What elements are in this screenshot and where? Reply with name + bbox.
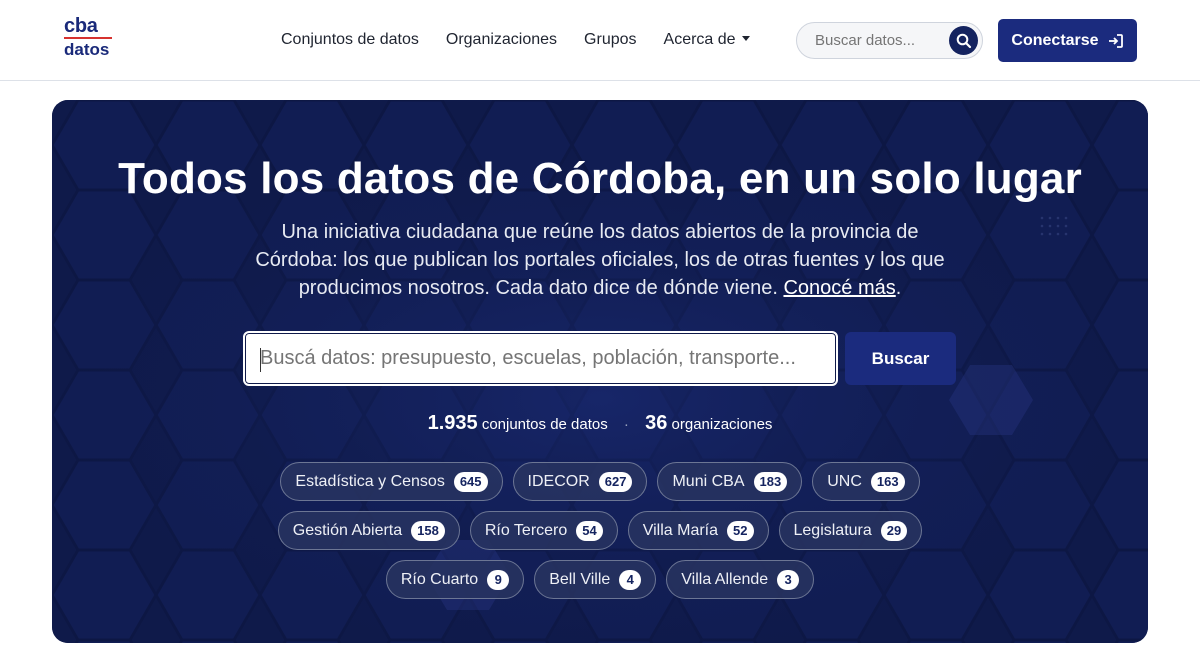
search-button[interactable]: Buscar	[845, 332, 956, 385]
chip-rio-tercero[interactable]: Río Tercero 54	[469, 511, 618, 550]
nav-groups[interactable]: Grupos	[584, 30, 636, 50]
chip-count-badge: 4	[619, 569, 642, 590]
nav-about-label: Acerca de	[663, 31, 736, 48]
chip-label: Legislatura	[793, 521, 872, 539]
chip-label: Muni CBA	[672, 472, 745, 490]
chip-count-badge: 163	[870, 471, 905, 492]
organization-chips: Estadística y Censos 645 IDECOR 627 Muni C…	[52, 462, 1148, 609]
chip-villa-maria[interactable]: Villa María 52	[627, 511, 769, 550]
chip-rio-cuarto[interactable]: Río Cuarto 9	[385, 560, 525, 599]
hero-subtitle-line3: producimos nosotros. Cada dato dice de d…	[298, 277, 778, 299]
organizations-count: 36	[645, 412, 668, 434]
header-search-button[interactable]	[949, 26, 978, 55]
logo-divider	[64, 37, 112, 39]
stats-separator: ·	[623, 416, 629, 433]
nav-datasets[interactable]: Conjuntos de datos	[281, 30, 419, 50]
chip-idecor[interactable]: IDECOR 627	[512, 462, 648, 501]
chip-estadistica-censos[interactable]: Estadística y Censos 645	[280, 462, 503, 501]
hero-subtitle-end: .	[895, 277, 902, 299]
chip-label: Villa María	[642, 521, 719, 539]
chip-count-badge: 183	[753, 471, 788, 492]
chip-row-1: Estadística y Censos 645 IDECOR 627 Muni C…	[52, 462, 1148, 501]
logo-text-bottom: datos	[64, 40, 110, 59]
chip-legislatura[interactable]: Legislatura 29	[778, 511, 923, 550]
chip-count-badge: 29	[880, 520, 908, 541]
nav-about-dropdown[interactable]: Acerca de	[664, 30, 750, 50]
chip-label: IDECOR	[527, 472, 590, 490]
chip-unc[interactable]: UNC 163	[812, 462, 920, 501]
caret-down-icon	[741, 36, 750, 42]
main-search-box	[243, 331, 838, 386]
login-button[interactable]: Conectarse	[998, 19, 1137, 62]
chip-label: Río Cuarto	[400, 570, 479, 588]
hero-subtitle: Una iniciativa ciudadana que reúne los d…	[250, 218, 950, 302]
sign-in-icon	[1108, 33, 1123, 48]
chip-label: UNC	[827, 472, 862, 490]
chip-row-2: Gestión Abierta 158 Río Tercero 54 Villa M…	[52, 511, 1148, 550]
chip-label: Villa Allende	[681, 570, 769, 588]
chip-bell-ville[interactable]: Bell Ville 4	[534, 560, 657, 599]
logo-text-top: cba	[64, 15, 98, 37]
hero-subtitle-line1: Una iniciativa ciudadana que reúne los d…	[281, 221, 919, 243]
datasets-count: 1.935	[427, 412, 478, 434]
chip-label: Estadística y Censos	[295, 472, 445, 490]
chip-count-badge: 9	[487, 569, 510, 590]
main-search-input[interactable]	[260, 347, 820, 370]
site-header: cba datos Conjuntos de datos Organizacio…	[0, 0, 1200, 81]
chip-count-badge: 3	[777, 569, 800, 590]
chip-muni-cba[interactable]: Muni CBA 183	[657, 462, 803, 501]
chip-count-badge: 627	[598, 471, 633, 492]
chip-count-badge: 54	[576, 520, 603, 541]
chip-label: Gestión Abierta	[292, 521, 403, 539]
search-icon	[956, 33, 971, 48]
chip-count-badge: 645	[453, 471, 488, 492]
main-nav: Conjuntos de datos Organizaciones Grupos…	[281, 30, 777, 50]
chip-label: Río Tercero	[484, 521, 568, 539]
chip-label: Bell Ville	[549, 570, 611, 588]
organizations-label: organizaciones	[671, 416, 773, 433]
chip-gestion-abierta[interactable]: Gestión Abierta 158	[277, 511, 460, 550]
hero-subtitle-line2: Córdoba: los que publican los portales o…	[255, 249, 945, 271]
header-search	[796, 22, 983, 59]
datasets-label: conjuntos de datos	[481, 416, 608, 433]
text-cursor	[260, 348, 261, 372]
login-button-label: Conectarse	[1011, 31, 1099, 49]
learn-more-link[interactable]: Conocé más	[783, 277, 895, 299]
hero-title: Todos los datos de Córdoba, en un solo l…	[118, 154, 1082, 203]
chip-count-badge: 158	[411, 520, 445, 541]
nav-organizations[interactable]: Organizaciones	[446, 30, 557, 50]
hero-banner: Todos los datos de Córdoba, en un solo l…	[52, 100, 1148, 643]
site-logo[interactable]: cba datos	[64, 16, 116, 60]
chip-villa-allende[interactable]: Villa Allende 3	[666, 560, 815, 599]
chip-row-3: Río Cuarto 9 Bell Ville 4 Villa Allende 3	[52, 560, 1148, 599]
chip-count-badge: 52	[727, 520, 754, 541]
header-search-input[interactable]	[815, 32, 945, 49]
stats-summary: 1.935 conjuntos de datos · 36 organizaci…	[52, 412, 1148, 435]
